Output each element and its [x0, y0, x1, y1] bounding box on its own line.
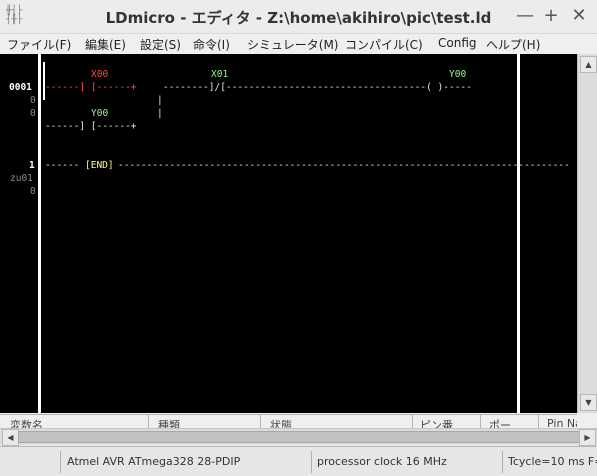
io-list-header: 変数名 種類 状態 ピン番 ポー Pin Name [0, 414, 577, 429]
contact-y00[interactable]: ------] [------+ [45, 121, 137, 132]
menu-settings[interactable]: 設定(S) [140, 36, 181, 53]
menu-help[interactable]: ヘルプ(H) [486, 36, 540, 53]
status-divider [311, 451, 312, 473]
scroll-left-arrow-icon[interactable]: ◀ [2, 429, 19, 446]
window-title: LDmicro - エディタ - Z:\home\akihiro\pic\tes… [105, 9, 492, 27]
left-power-rail [38, 54, 41, 413]
contact-x01[interactable]: --------]/[-----------------------------… [163, 82, 472, 93]
menu-compile[interactable]: コンパイル(C) [345, 36, 423, 53]
column-divider [148, 415, 149, 429]
scroll-up-arrow-icon[interactable]: ▲ [580, 56, 597, 73]
close-button[interactable]: ✕ [568, 5, 590, 27]
rung-sub-label: 0 [30, 108, 36, 119]
minimize-button[interactable]: — [514, 5, 536, 27]
status-clock: processor clock 16 MHz [317, 455, 447, 468]
status-cycle: Tcycle=10 ms F= [508, 455, 597, 468]
menu-file[interactable]: ファイル(F) [7, 36, 71, 53]
column-divider [538, 415, 539, 429]
rung-sub-label: 0 [30, 95, 36, 106]
maximize-button[interactable]: + [540, 5, 562, 27]
status-mcu: Atmel AVR ATmega328 28-PDIP [67, 455, 241, 468]
column-divider [480, 415, 481, 429]
menu-config[interactable]: Config [438, 36, 477, 50]
scroll-down-arrow-icon[interactable]: ▼ [580, 394, 597, 411]
rung-number: 0001 [9, 82, 32, 93]
coil-y00-label[interactable]: Y00 [449, 69, 466, 80]
vertical-scrollbar[interactable]: ▲ ▼ [577, 54, 597, 413]
menu-instruction[interactable]: 命令(I) [193, 36, 230, 53]
menu-simulator[interactable]: シミュレータ(M) [247, 36, 338, 53]
menu-edit[interactable]: 編集(E) [85, 36, 126, 53]
horizontal-scroll-thumb[interactable] [18, 431, 580, 443]
contact-x00-label[interactable]: X00 [91, 69, 108, 80]
rung-number: 1 [29, 160, 35, 171]
rung-sub-label: 0 [30, 186, 36, 197]
scroll-right-arrow-icon[interactable]: ▶ [579, 429, 596, 446]
branch-vertical-wire: | [157, 95, 163, 106]
horizontal-scrollbar[interactable]: ◀ ▶ [0, 428, 597, 446]
column-divider [412, 415, 413, 429]
rung-sub-label: zu01 [10, 173, 33, 184]
status-bar: Atmel AVR ATmega328 28-PDIP processor cl… [0, 446, 597, 476]
contact-x00[interactable]: ------] [------+ [45, 82, 137, 93]
status-divider [502, 451, 503, 473]
end-right-wire: ----------------------------------------… [118, 160, 570, 171]
edit-cursor [43, 62, 45, 100]
column-divider [260, 415, 261, 429]
end-left-wire: ------ [45, 160, 80, 171]
ladder-editor[interactable]: 0001 0 0 X00 ------] [------+ X01 ------… [0, 54, 577, 413]
contact-x01-label[interactable]: X01 [211, 69, 228, 80]
contact-y00-label[interactable]: Y00 [91, 108, 108, 119]
end-instruction[interactable]: [END] [85, 160, 114, 171]
right-power-rail [517, 54, 520, 413]
status-divider [60, 451, 61, 473]
title-bar: ╫┤├ ┤╫├ LDmicro - エディタ - Z:\home\akihiro\… [0, 0, 597, 34]
branch-vertical-wire: | [157, 108, 163, 119]
menu-bar: ファイル(F) 編集(E) 設定(S) 命令(I) シミュレータ(M) コンパイ… [0, 34, 597, 53]
